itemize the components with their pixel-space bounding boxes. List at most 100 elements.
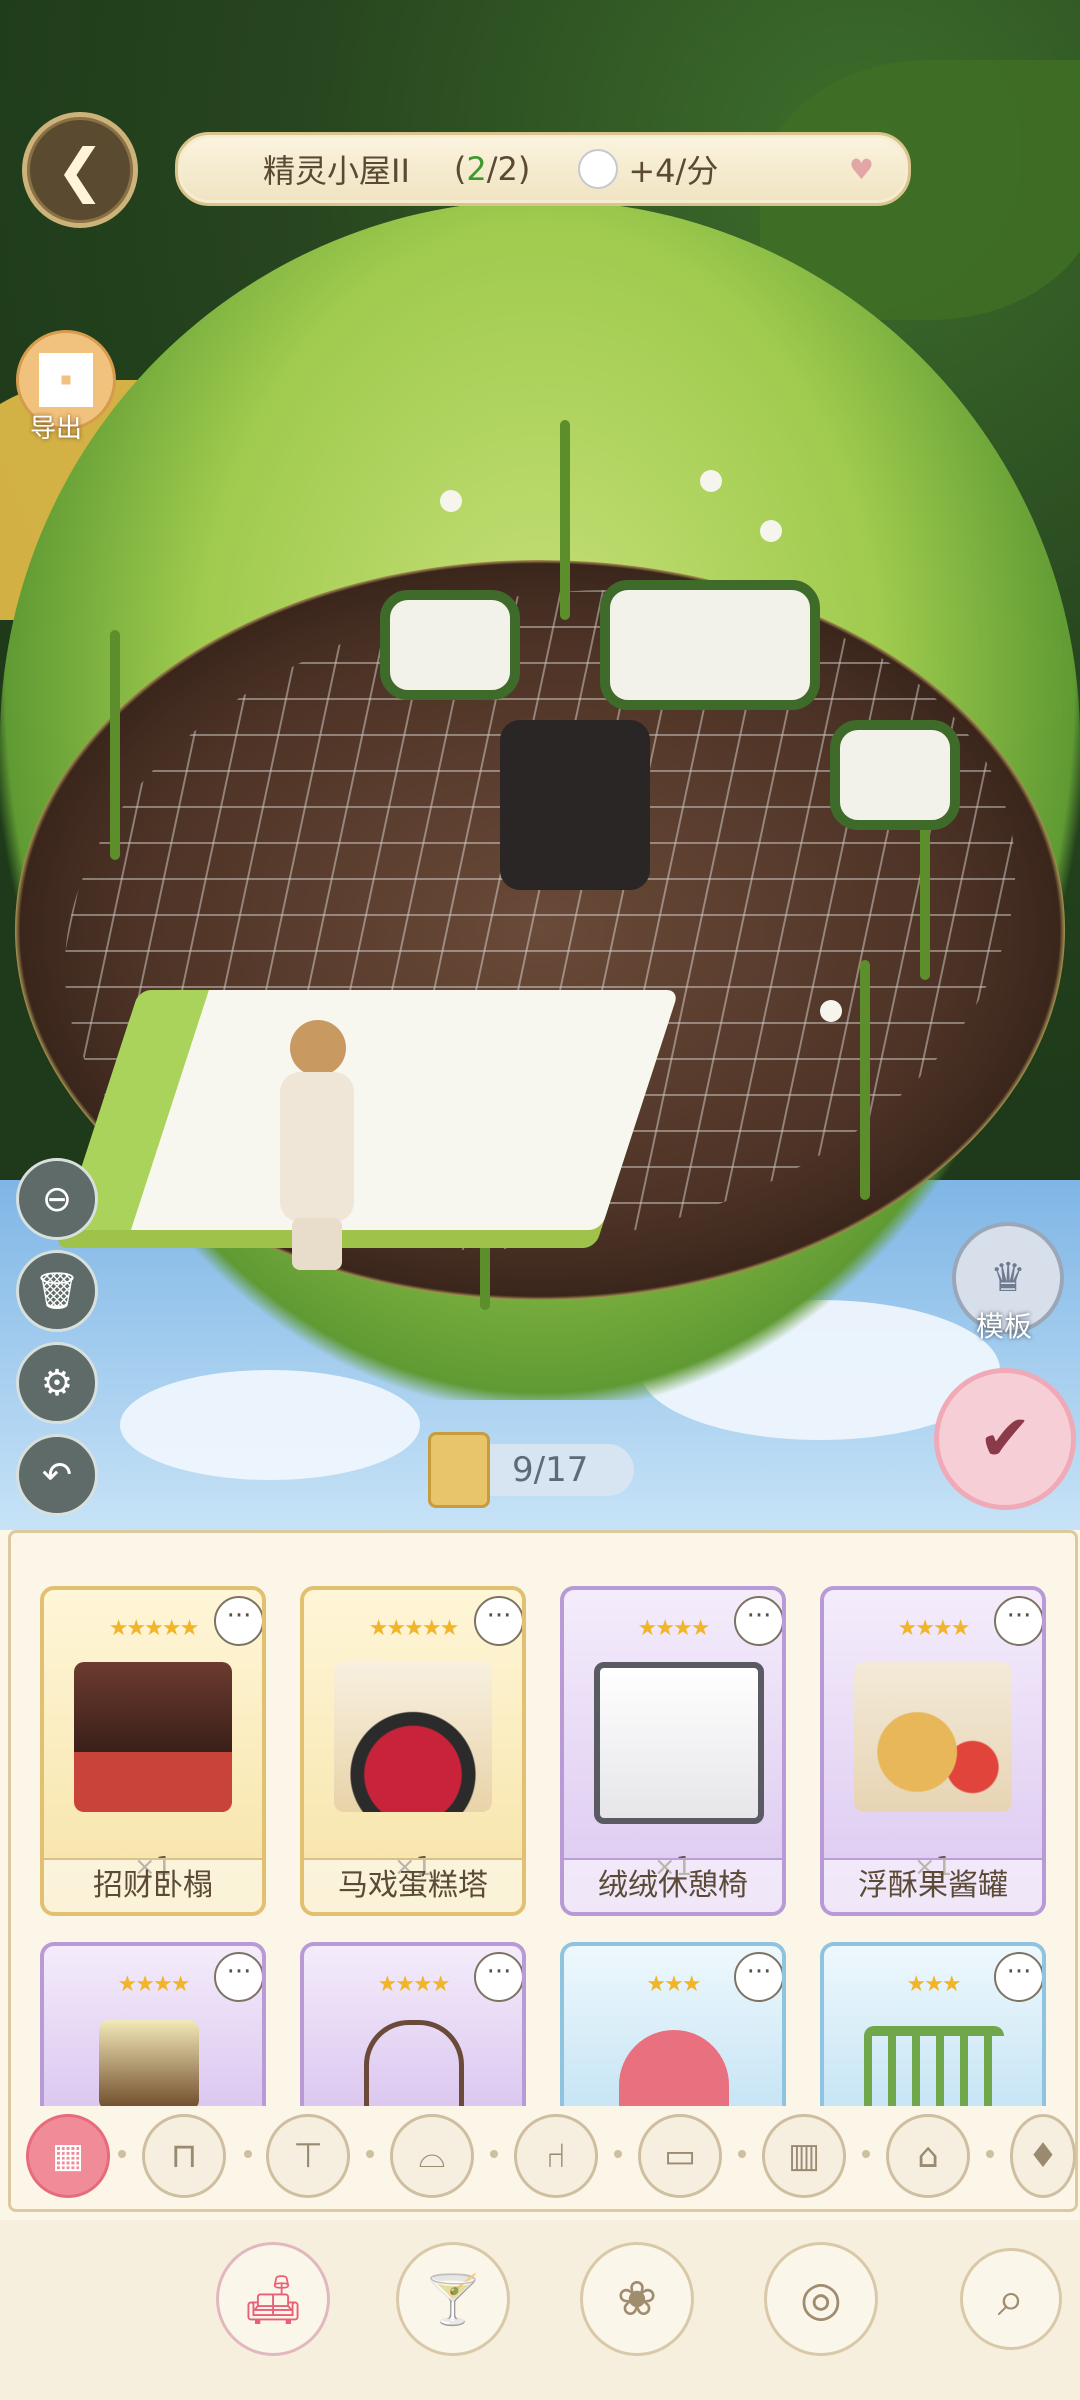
more-button[interactable]: ··· xyxy=(734,1952,782,2002)
nav-planet[interactable]: ◎ xyxy=(764,2242,878,2356)
item-card[interactable]: ★★★★ ··· xyxy=(40,1942,266,2106)
item-card[interactable]: ★★★★ ··· xyxy=(300,1942,526,2106)
category-chair[interactable]: ⑁ xyxy=(514,2114,598,2198)
nav-decor[interactable]: ❀ xyxy=(580,2242,694,2356)
character-head xyxy=(290,1020,346,1076)
table-icon: ⊓ xyxy=(170,2136,198,2176)
nav-furniture[interactable]: 🛋 xyxy=(216,2242,330,2356)
category-sofa[interactable]: ⌓ xyxy=(390,2114,474,2198)
chair-icon: ⑁ xyxy=(545,2136,567,2176)
item-name: 绒绒休憩椅 xyxy=(564,1858,782,1912)
heart-icon: ♥ xyxy=(848,153,874,186)
room-scene[interactable] xyxy=(0,0,1080,1530)
category-cabinet[interactable]: ▥ xyxy=(762,2114,846,2198)
room-title: 精灵小屋II xyxy=(263,152,410,190)
shell-currency-icon xyxy=(578,149,619,189)
separator-dot xyxy=(244,2150,252,2158)
capacity-value: 9/17 xyxy=(512,1450,589,1490)
lily-bell xyxy=(760,520,782,542)
item-name: 马戏蛋糕塔 xyxy=(304,1858,522,1912)
cocktail-icon: 🍸 xyxy=(423,2271,483,2328)
cabinet-icon: ▥ xyxy=(787,2136,821,2176)
arch-image xyxy=(364,2020,464,2106)
category-table[interactable]: ⊓ xyxy=(142,2114,226,2198)
fireplace-icon: ⌂ xyxy=(917,2136,939,2176)
round-table-icon: ⊤ xyxy=(293,2136,323,2176)
item-name: 浮酥果酱罐 xyxy=(824,1858,1042,1912)
trash-icon: 🗑 xyxy=(34,1271,80,1312)
sofa-icon: ⌓ xyxy=(418,2136,446,2176)
separator-dot xyxy=(862,2150,870,2158)
jam-jar-image xyxy=(854,1662,1012,1812)
bench-image xyxy=(594,1662,764,1824)
daybed-image xyxy=(74,1662,232,1812)
lily-plant[interactable] xyxy=(110,630,120,860)
lamp-icon: ♦ xyxy=(1027,2136,1059,2176)
item-card[interactable]: ★★★★★ ··· ×1 招财卧榻 xyxy=(40,1586,266,1916)
room-count: (2/2) xyxy=(453,150,531,188)
character-body xyxy=(280,1072,354,1222)
checkmark-icon: ✔ xyxy=(978,1402,1032,1476)
more-button[interactable]: ··· xyxy=(214,1596,262,1646)
more-button[interactable]: ··· xyxy=(474,1952,522,2002)
leaf-bed[interactable] xyxy=(61,990,679,1230)
qr-code-icon xyxy=(39,353,93,407)
category-fireplace[interactable]: ⌂ xyxy=(886,2114,970,2198)
item-name: 招财卧榻 xyxy=(44,1858,262,1912)
separator-dot xyxy=(490,2150,498,2158)
settings-button[interactable]: ⚙ xyxy=(16,1342,98,1424)
search-button[interactable]: ⌕ xyxy=(960,2248,1062,2350)
lily-plant[interactable] xyxy=(560,420,570,620)
category-round-table[interactable]: ⊤ xyxy=(266,2114,350,2198)
category-all[interactable]: ▦ xyxy=(26,2114,110,2198)
player-character[interactable] xyxy=(270,1020,360,1270)
lily-bell xyxy=(700,470,722,492)
item-card[interactable]: ★★★★★ ··· ×1 马戏蛋糕塔 xyxy=(300,1586,526,1916)
item-card[interactable]: ★★★ ··· xyxy=(820,1942,1046,2106)
utensil-rack-image xyxy=(864,2026,1004,2106)
bed-icon: ▭ xyxy=(663,2136,697,2176)
more-button[interactable]: ··· xyxy=(474,1596,522,1646)
leaf-sofa[interactable] xyxy=(600,580,820,710)
more-button[interactable]: ··· xyxy=(734,1596,782,1646)
separator-dot xyxy=(614,2150,622,2158)
character-legs xyxy=(292,1218,342,1270)
back-button[interactable]: ❮ xyxy=(22,112,138,228)
more-button[interactable]: ··· xyxy=(214,1952,262,2002)
plant-vase-icon: ❀ xyxy=(616,2271,658,2327)
confirm-button[interactable]: ✔ xyxy=(934,1368,1076,1510)
income-rate: +4/分 xyxy=(628,152,719,190)
all-icon: ▦ xyxy=(51,2136,85,2176)
separator-dot xyxy=(738,2150,746,2158)
category-bed[interactable]: ▭ xyxy=(638,2114,722,2198)
template-label: 模板 xyxy=(976,1310,1033,1343)
more-button[interactable]: ··· xyxy=(994,1596,1042,1646)
furniture-icon: 🛋 xyxy=(242,2271,304,2328)
item-card[interactable]: ★★★★ ··· ×1 浮酥果酱罐 xyxy=(820,1586,1046,1916)
more-button[interactable]: ··· xyxy=(994,1952,1042,2002)
category-lamp[interactable]: ♦ xyxy=(1010,2114,1076,2198)
nav-drinks[interactable]: 🍸 xyxy=(396,2242,510,2356)
minus-circle-icon: ⊖ xyxy=(41,1178,73,1220)
leaf-chair[interactable] xyxy=(380,590,520,700)
item-card[interactable]: ★★★ ··· xyxy=(560,1942,786,2106)
shelf-image xyxy=(99,2020,199,2106)
hide-button[interactable]: ⊖ xyxy=(16,1158,98,1240)
gear-icon: ⚙ xyxy=(40,1362,74,1404)
category-bar: ▦ ⊓ ⊤ ⌓ ⑁ ▭ ▥ ⌂ ♦ xyxy=(0,2098,1080,2198)
leaf-chair[interactable] xyxy=(830,720,960,830)
undo-icon: ↶ xyxy=(41,1454,73,1496)
planet-icon: ◎ xyxy=(800,2271,842,2327)
furniture-capacity: 9/17 xyxy=(428,1432,634,1508)
undo-button[interactable]: ↶ xyxy=(16,1434,98,1516)
throne-icon xyxy=(428,1432,490,1508)
cake-table[interactable] xyxy=(500,720,650,890)
back-arrow-icon: ❮ xyxy=(55,136,105,204)
item-card[interactable]: ★★★★ ··· ×1 绒绒休憩椅 xyxy=(560,1586,786,1916)
export-label: 导出 xyxy=(30,414,83,444)
cake-tower-image xyxy=(334,1662,492,1812)
armchair-icon: ♛ xyxy=(990,1255,1026,1301)
room-header: 精灵小屋II (2/2) +4/分 ♥ xyxy=(175,132,911,206)
delete-button[interactable]: 🗑 xyxy=(16,1250,98,1332)
lily-plant[interactable] xyxy=(860,960,870,1200)
